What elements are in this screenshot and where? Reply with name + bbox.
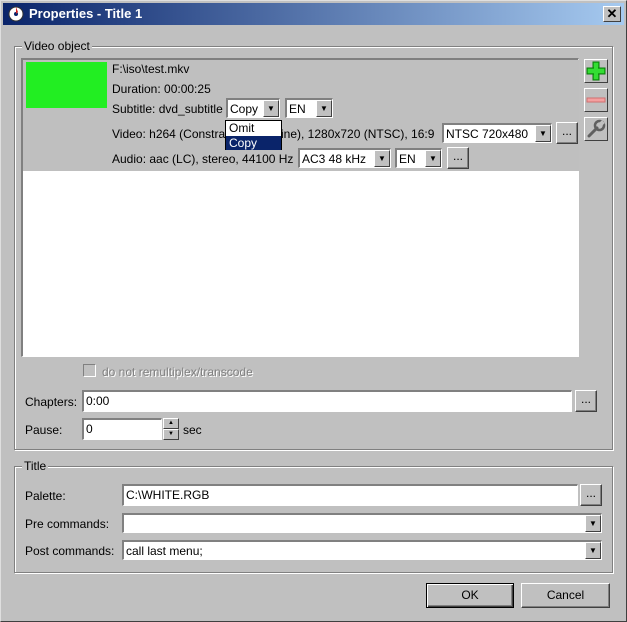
subtitle-lang-select[interactable]: EN ▼ — [285, 98, 333, 118]
app-icon — [8, 6, 24, 22]
pause-value: 0 — [86, 422, 93, 436]
plus-icon — [586, 61, 606, 81]
pre-commands-select[interactable]: ▼ — [122, 513, 602, 533]
chevron-down-icon[interactable]: ▼ — [585, 542, 601, 559]
title-group-label: Title — [22, 459, 49, 473]
video-object-list[interactable]: F:\iso\test.mkv Duration: 00:00:25 Subti… — [21, 58, 579, 357]
audio-info: Audio: aac (LC), stereo, 44100 Hz — [112, 152, 294, 166]
pause-input[interactable]: 0 — [82, 418, 162, 440]
audio-options-button[interactable]: ... — [447, 147, 469, 169]
video-thumbnail — [26, 62, 107, 108]
ok-button[interactable]: OK — [426, 583, 514, 608]
subtitle-mode-dropdown[interactable]: Omit Copy — [225, 120, 282, 150]
chapters-input[interactable]: 0:00 — [82, 390, 572, 412]
chevron-down-icon[interactable]: ▼ — [374, 150, 390, 167]
pause-label: Pause: — [25, 423, 63, 437]
video-info-part2: ine), 1280x720 (NTSC), 16:9 — [281, 127, 435, 141]
window-title: Properties - Title 1 — [29, 6, 143, 21]
audio-format-value: AC3 48 kHz — [302, 152, 367, 166]
video-info-part1: Video: h264 (Constra — [112, 127, 226, 141]
settings-button[interactable] — [584, 117, 608, 141]
palette-value: C:\WHITE.RGB — [126, 488, 210, 502]
pause-spin-down[interactable]: ▼ — [163, 429, 179, 440]
chevron-down-icon[interactable]: ▼ — [425, 150, 441, 167]
dropdown-option-omit[interactable]: Omit — [226, 121, 281, 135]
duration-text: Duration: 00:00:25 — [112, 82, 211, 96]
chevron-down-icon[interactable]: ▼ — [316, 100, 332, 117]
audio-format-select[interactable]: AC3 48 kHz ▼ — [298, 148, 391, 168]
chapters-value: 0:00 — [86, 394, 110, 408]
no-remux-checkbox[interactable] — [83, 364, 96, 377]
palette-input[interactable]: C:\WHITE.RGB — [122, 484, 578, 506]
chapters-browse-button[interactable]: ... — [575, 390, 597, 412]
cancel-button[interactable]: Cancel — [521, 583, 610, 608]
palette-browse-button[interactable]: ... — [580, 484, 602, 506]
add-video-button[interactable] — [584, 59, 608, 83]
chevron-down-icon[interactable]: ▼ — [263, 100, 279, 117]
wrench-icon — [587, 119, 606, 138]
chevron-down-icon[interactable]: ▼ — [585, 515, 601, 532]
close-button[interactable]: ✕ — [603, 6, 621, 22]
post-commands-select[interactable]: call last menu; ▼ — [122, 540, 602, 560]
pause-unit: sec — [183, 423, 202, 437]
minus-icon — [586, 97, 606, 103]
dropdown-option-copy[interactable]: Copy — [226, 136, 281, 150]
title-bar[interactable]: Properties - Title 1 ✕ — [3, 3, 624, 25]
subtitle-lang-value: EN — [289, 102, 306, 116]
no-remux-label: do not remultiplex/transcode — [102, 365, 253, 379]
audio-lang-value: EN — [399, 152, 416, 166]
video-object-group-label: Video object — [22, 39, 92, 53]
file-path: F:\iso\test.mkv — [112, 62, 190, 76]
chapters-label: Chapters: — [25, 395, 78, 409]
video-format-value: NTSC 720x480 — [446, 127, 529, 141]
video-format-select[interactable]: NTSC 720x480 ▼ — [442, 123, 552, 143]
audio-lang-select[interactable]: EN ▼ — [395, 148, 442, 168]
video-options-button[interactable]: ... — [556, 122, 578, 144]
chevron-down-icon[interactable]: ▼ — [535, 125, 551, 142]
properties-window: Properties - Title 1 ✕ Video object F:\i… — [0, 0, 627, 622]
palette-label: Palette: — [25, 489, 66, 503]
list-item[interactable]: F:\iso\test.mkv Duration: 00:00:25 Subti… — [23, 60, 579, 171]
remove-video-button[interactable] — [584, 88, 608, 112]
subtitle-mode-value: Copy — [230, 102, 259, 116]
subtitle-mode-select[interactable]: Copy ▼ — [226, 98, 280, 118]
subtitle-label: Subtitle: dvd_subtitle — [112, 102, 223, 116]
post-commands-value: call last menu; — [126, 544, 203, 558]
post-commands-label: Post commands: — [25, 544, 115, 558]
pause-spin-up[interactable]: ▲ — [163, 418, 179, 429]
pre-commands-label: Pre commands: — [25, 517, 110, 531]
